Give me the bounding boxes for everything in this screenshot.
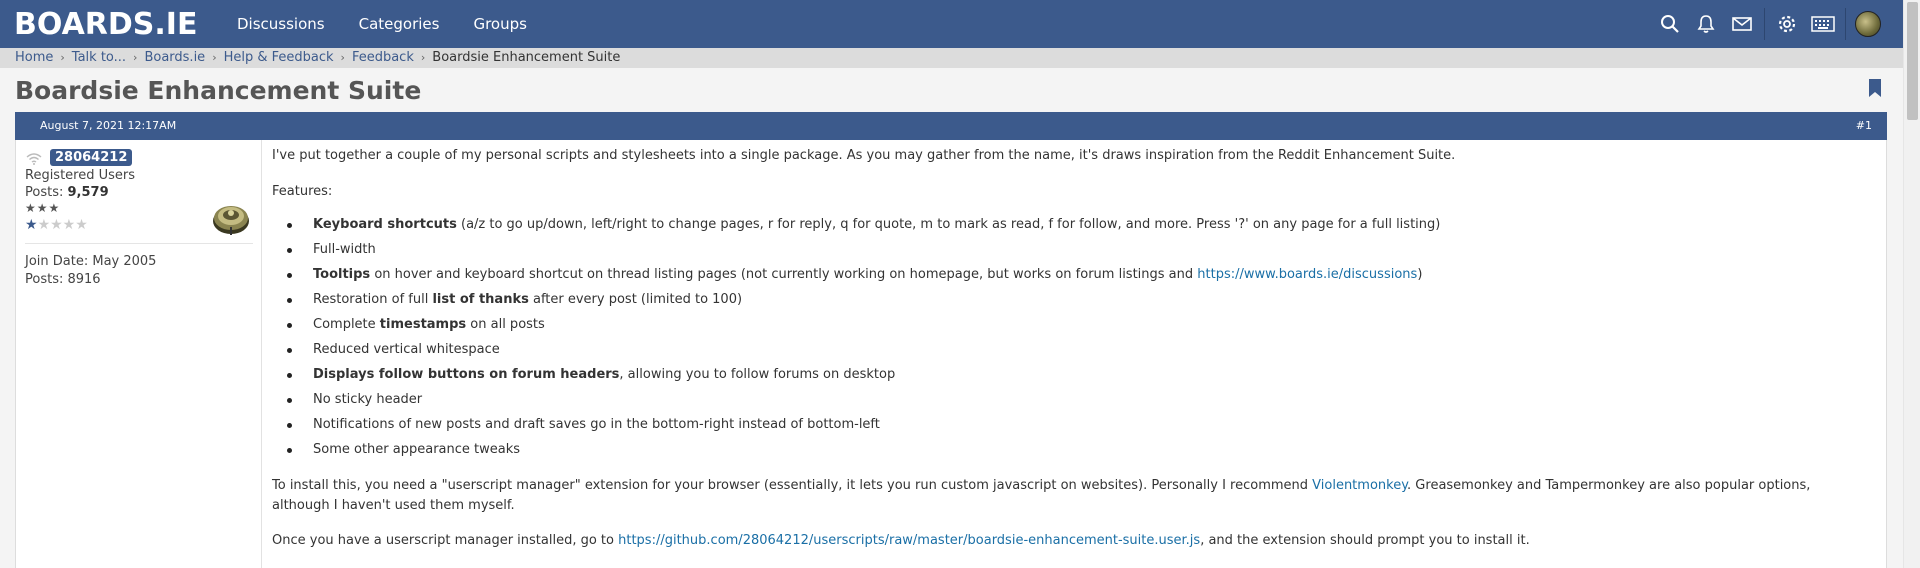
username-badge[interactable]: 28064212: [50, 149, 133, 166]
post-number-link[interactable]: #1: [1856, 119, 1872, 132]
post-intro: I've put together a couple of my persona…: [272, 148, 1456, 163]
user-role: Registered Users: [25, 168, 136, 183]
list-item: Restoration of full list of thanks after…: [272, 290, 1440, 315]
nav-separator: [1764, 8, 1765, 40]
user-avatar-icon[interactable]: [1850, 0, 1886, 48]
user-info-pane: 28064212 Registered Users Posts: 9,579 ★…: [16, 140, 262, 568]
breadcrumb-separator: ›: [60, 51, 65, 64]
feature-text: Full-width: [313, 242, 376, 257]
post-date: August 7, 2021 12:17AM: [40, 119, 177, 132]
install-text: Once you have a userscript manager insta…: [272, 533, 619, 548]
top-navigation-bar: BOARDS.IE Discussions Categories Groups: [0, 0, 1903, 48]
wifi-icon: [26, 150, 42, 169]
breadcrumb-feedback[interactable]: Feedback: [352, 50, 414, 65]
features-list: Keyboard shortcuts (a/z to go up/down, l…: [272, 215, 1440, 465]
nav-discussions[interactable]: Discussions: [237, 15, 325, 33]
breadcrumb-home[interactable]: Home: [15, 50, 53, 65]
feature-bold: Keyboard shortcuts: [313, 217, 457, 232]
list-item: Complete timestamps on all posts: [272, 315, 1440, 340]
user-join-date: Join Date: May 2005: [25, 254, 157, 269]
feature-text: after every post (limited to 100): [528, 292, 743, 307]
mail-icon[interactable]: [1724, 0, 1760, 48]
feature-bold: Displays follow buttons on forum headers: [313, 367, 620, 382]
scrollbar-thumb[interactable]: [1907, 2, 1918, 120]
search-icon[interactable]: [1652, 0, 1688, 48]
breadcrumb-separator: ›: [340, 51, 345, 64]
install-paragraph-1: To install this, you need a "userscript …: [272, 476, 1810, 496]
list-item: Tooltips on hover and keyboard shortcut …: [272, 265, 1440, 290]
violentmonkey-link[interactable]: Violentmonkey: [1312, 478, 1407, 493]
gear-icon[interactable]: [1769, 0, 1805, 48]
install-text: To install this, you need a "userscript …: [272, 478, 1313, 493]
feature-text: ): [1417, 267, 1423, 282]
page-title: Boardsie Enhancement Suite: [15, 76, 422, 105]
logo-text: BOARDS.IE: [14, 6, 198, 42]
bookmark-icon[interactable]: [1868, 79, 1882, 97]
post-header: August 7, 2021 12:17AM #1: [15, 112, 1887, 140]
user-divider: [25, 243, 253, 244]
feature-text: on hover and keyboard shortcut on thread…: [370, 267, 1198, 282]
post-body: 28064212 Registered Users Posts: 9,579 ★…: [15, 140, 1887, 568]
breadcrumb-separator: ›: [133, 51, 138, 64]
user-total-posts: Posts: 8916: [25, 272, 101, 287]
main-nav: Discussions Categories Groups: [237, 0, 561, 48]
feature-text: Restoration of full: [313, 292, 433, 307]
feature-text: (a/z to go up/down, left/right to change…: [456, 217, 1441, 232]
breadcrumb-bar: Home › Talk to... › Boards.ie › Help & F…: [0, 48, 1903, 68]
nav-separator: [1845, 8, 1846, 40]
feature-text: Some other appearance tweaks: [313, 442, 521, 457]
feature-text: Reduced vertical whitespace: [313, 342, 500, 357]
breadcrumb: Home › Talk to... › Boards.ie › Help & F…: [15, 50, 620, 65]
avatar: [1855, 11, 1881, 37]
list-item: Full-width: [272, 240, 1440, 265]
feature-bold: Tooltips: [313, 267, 371, 282]
breadcrumb-separator: ›: [420, 51, 426, 64]
feature-bold: timestamps: [379, 317, 467, 332]
install-text: . Greasemonkey and Tampermonkey are also…: [1407, 478, 1811, 493]
feature-text: Complete: [313, 317, 380, 332]
user-posts-label: Posts:: [25, 185, 64, 200]
feature-text: on all posts: [466, 317, 545, 332]
breadcrumb-help-feedback[interactable]: Help & Feedback: [224, 50, 334, 65]
userscript-link[interactable]: https://github.com/28064212/userscripts/…: [618, 533, 1200, 548]
rating-star-on: ★: [25, 217, 38, 233]
user-avatar[interactable]: [211, 199, 251, 239]
breadcrumb-current: Boardsie Enhancement Suite: [432, 50, 621, 65]
breadcrumb-talk-to[interactable]: Talk to...: [72, 50, 126, 65]
features-label: Features:: [272, 184, 333, 199]
install-paragraph-2: Once you have a userscript manager insta…: [272, 531, 1530, 551]
list-item: No sticky header: [272, 390, 1440, 415]
user-posts-value: 9,579: [67, 185, 109, 200]
breadcrumb-boards-ie[interactable]: Boards.ie: [144, 50, 205, 65]
install-paragraph-1-line-2: although I haven't used them myself.: [272, 498, 515, 513]
list-item: Notifications of new posts and draft sav…: [272, 415, 1440, 440]
bell-icon[interactable]: [1688, 0, 1724, 48]
feature-text: Notifications of new posts and draft sav…: [313, 417, 880, 432]
user-rank-stars: ★★★: [25, 201, 61, 215]
list-item: Displays follow buttons on forum headers…: [272, 365, 1440, 390]
user-post-count: Posts: 9,579: [25, 185, 109, 200]
discussions-link[interactable]: https://www.boards.ie/discussions: [1197, 267, 1417, 282]
list-item: Reduced vertical whitespace: [272, 340, 1440, 365]
nav-groups[interactable]: Groups: [473, 15, 526, 33]
breadcrumb-separator: ›: [212, 51, 217, 64]
nav-icon-group: [1652, 0, 1886, 48]
feature-bold: list of thanks: [432, 292, 529, 307]
page-scrollbar[interactable]: [1903, 0, 1920, 568]
keyboard-icon[interactable]: [1805, 0, 1841, 48]
list-item: Keyboard shortcuts (a/z to go up/down, l…: [272, 215, 1440, 240]
list-item: Some other appearance tweaks: [272, 440, 1440, 465]
install-text: , and the extension should prompt you to…: [1200, 533, 1530, 548]
nav-categories[interactable]: Categories: [359, 15, 440, 33]
user-rating: ★★★★★: [25, 217, 88, 233]
feature-text: , allowing you to follow forums on deskt…: [619, 367, 896, 382]
site-logo[interactable]: BOARDS.IE: [14, 6, 198, 42]
feature-text: No sticky header: [313, 392, 423, 407]
